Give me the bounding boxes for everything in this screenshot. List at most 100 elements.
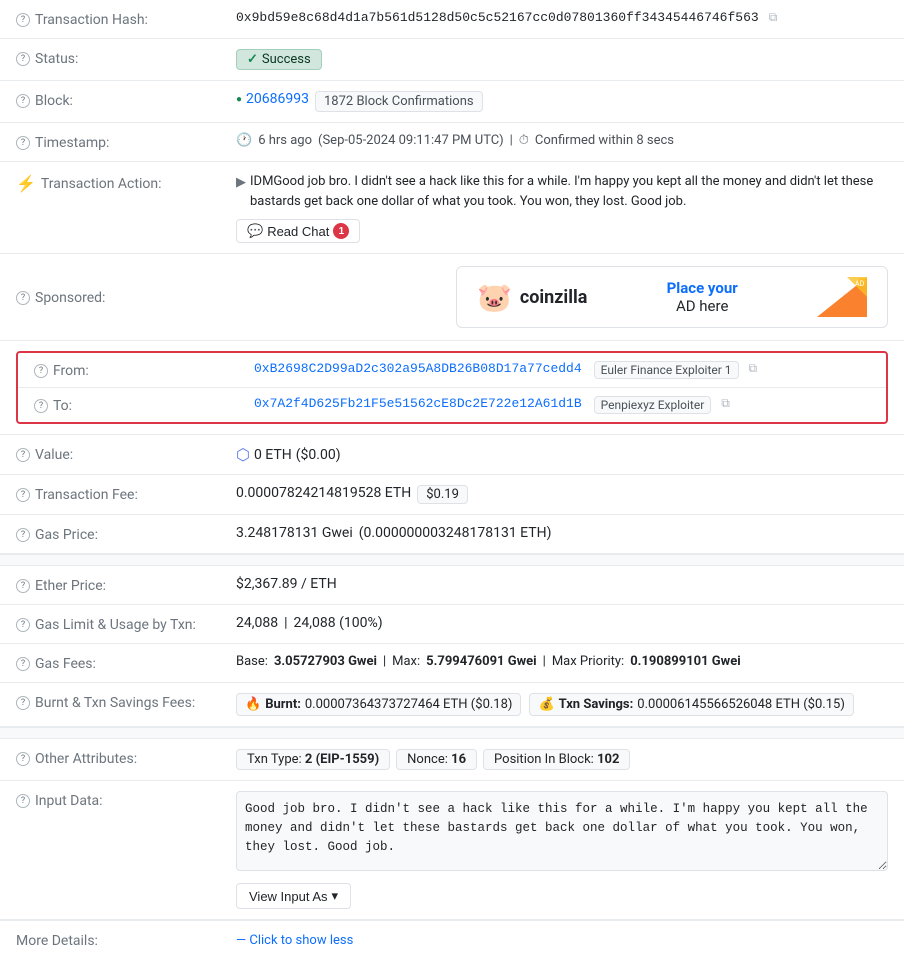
help-icon-from[interactable]: ? [34,364,48,378]
burnt-badge: 🔥 Burnt: 0.00007364373727464 ETH ($0.18) [236,693,521,716]
max-value: 5.799476091 Gwei [426,654,536,669]
action-text: ▶ IDMGood job bro. I didn't see a hack l… [236,172,888,211]
gas-price-value: 3.248178131 Gwei (0.000000003248178131 E… [236,525,888,541]
ad-logo: 🐷 coinzilla [477,281,587,314]
help-icon-gas-fees[interactable]: ? [16,657,30,671]
transaction-action-value: ▶ IDMGood job bro. I didn't see a hack l… [236,172,888,243]
help-icon-fee[interactable]: ? [16,488,30,502]
input-data-label: ? Input Data: [16,791,236,809]
transaction-fee-label: ? Transaction Fee: [16,485,236,503]
gas-limit-row: ? Gas Limit & Usage by Txn: 24,088 | 24,… [0,605,904,644]
help-icon-value[interactable]: ? [16,448,30,462]
lightning-icon: ⚡ [16,174,36,193]
value-row: ? Value: ⬡ 0 ETH ($0.00) [0,435,904,475]
help-icon-attributes[interactable]: ? [16,752,30,766]
to-row: ? To: 0x7A2f4D625Fb21F5e51562cE8Dc2E722e… [18,388,886,422]
transaction-action-label: ⚡ Transaction Action: [16,172,236,193]
copy-to-icon[interactable]: ⧉ [721,396,730,411]
from-to-section-wrapper: ? From: 0xB2698C2D99aD2c302a95A8DB26B08D… [0,341,904,435]
burnt-savings-value: 🔥 Burnt: 0.00007364373727464 ETH ($0.18)… [236,693,888,716]
help-icon-sponsored[interactable]: ? [16,291,30,305]
burnt-savings-row: ? Burnt & Txn Savings Fees: 🔥 Burnt: 0.0… [0,683,904,727]
block-row: ? Block: 20686993 1872 Block Confirmatio… [0,81,904,123]
gas-limit-label: ? Gas Limit & Usage by Txn: [16,615,236,633]
svg-text:AD: AD [855,280,865,288]
to-address-link[interactable]: 0x7A2f4D625Fb21F5e51562cE8Dc2E722e12A61d… [254,396,582,411]
timestamp-value: 🕐 6 hrs ago (Sep-05-2024 09:11:47 PM UTC… [236,133,888,148]
input-data-row: ? Input Data: View Input As ▾ [0,781,904,920]
gas-price-row: ? Gas Price: 3.248178131 Gwei (0.0000000… [0,515,904,554]
status-row: ? Status: Success [0,39,904,81]
block-number-link[interactable]: 20686993 [236,91,309,107]
from-label: ? From: [34,361,254,379]
from-value: 0xB2698C2D99aD2c302a95A8DB26B08D17a77ced… [254,361,870,379]
read-chat-button[interactable]: 💬 Read Chat 1 [236,219,360,243]
confirmed-icon: ⏱ [519,133,529,148]
to-value: 0x7A2f4D625Fb21F5e51562cE8Dc2E722e12A61d… [254,396,870,414]
base-label: Base: [236,654,268,669]
position-badge: Position In Block: 102 [483,749,630,770]
transaction-action-row: ⚡ Transaction Action: ▶ IDMGood job bro.… [0,162,904,254]
gas-limit-value: 24,088 | 24,088 (100%) [236,615,888,631]
to-tag-badge: Penpiexyz Exploiter [594,396,712,414]
from-to-section: ? From: 0xB2698C2D99aD2c302a95A8DB26B08D… [16,351,888,424]
show-less-link[interactable]: — Click to show less [236,933,353,948]
help-icon-timestamp[interactable]: ? [16,136,30,150]
eth-diamond-icon: ⬡ [236,445,250,464]
chat-badge: 1 [333,223,349,239]
max-priority-value: 0.190899101 Gwei [630,654,740,669]
ether-price-row: ? Ether Price: $2,367.89 / ETH [0,566,904,605]
other-attributes-row: ? Other Attributes: Txn Type: 2 (EIP-155… [0,739,904,781]
block-confirmations: 1872 Block Confirmations [315,91,483,112]
transaction-hash-row: ? Transaction Hash: 0x9bd59e8c68d4d1a7b5… [0,0,904,39]
other-attributes-value: Txn Type: 2 (EIP-1559) Nonce: 16 Positio… [236,749,888,770]
more-details-label: More Details: [16,931,236,949]
timestamp-label: ? Timestamp: [16,133,236,151]
copy-from-icon[interactable]: ⧉ [749,361,758,376]
help-icon-gas-limit[interactable]: ? [16,618,30,632]
help-icon-block[interactable]: ? [16,94,30,108]
timestamp-content: 🕐 6 hrs ago (Sep-05-2024 09:11:47 PM UTC… [236,133,674,148]
help-icon-status[interactable]: ? [16,52,30,66]
copy-hash-icon[interactable]: ⧉ [769,10,778,25]
help-icon-burnt[interactable]: ? [16,696,30,710]
chat-icon: 💬 [247,223,263,239]
txn-type-badge: Txn Type: 2 (EIP-1559) [236,749,390,770]
help-icon-ether-price[interactable]: ? [16,579,30,593]
transaction-hash-value: 0x9bd59e8c68d4d1a7b561d5128d50c5c52167cc… [236,10,888,25]
fee-usd-badge: $0.19 [417,485,468,504]
sponsored-row: ? Sponsored: 🐷 coinzilla Place your AD h… [0,254,904,341]
value-label: ? Value: [16,445,236,463]
help-icon-gas-price[interactable]: ? [16,528,30,542]
gas-fees-value: Base: 3.05727903 Gwei | Max: 5.799476091… [236,654,888,669]
help-icon-hash[interactable]: ? [16,13,30,27]
burnt-savings-content: 🔥 Burnt: 0.00007364373727464 ETH ($0.18)… [236,693,854,716]
gas-fees-row: ? Gas Fees: Base: 3.05727903 Gwei | Max:… [0,644,904,683]
input-data-textarea[interactable] [236,791,888,871]
ether-price-value: $2,367.89 / ETH [236,576,888,592]
coin-emoji: 🐷 [477,281,512,314]
savings-badge: 💰 Txn Savings: 0.00006145566526048 ETH (… [529,693,853,716]
block-label: ? Block: [16,91,236,109]
from-address-link[interactable]: 0xB2698C2D99aD2c302a95A8DB26B08D17a77ced… [254,361,582,376]
sponsored-ad[interactable]: 🐷 coinzilla Place your AD here AD [456,266,888,328]
help-icon-input[interactable]: ? [16,794,30,808]
status-badge: Success [236,49,322,70]
view-input-button[interactable]: View Input As ▾ [236,883,351,909]
fire-emoji: 🔥 [245,697,261,712]
ad-place-text: Place your AD here [667,279,738,315]
section-spacer-2 [0,727,904,739]
action-arrow: ▶ [236,173,246,193]
from-row: ? From: 0xB2698C2D99aD2c302a95A8DB26B08D… [18,353,886,388]
to-label: ? To: [34,396,254,414]
burnt-savings-label: ? Burnt & Txn Savings Fees: [16,693,236,711]
ad-graphic: AD [817,277,867,317]
ether-price-label: ? Ether Price: [16,576,236,594]
gas-fees-label: ? Gas Fees: [16,654,236,672]
help-icon-to[interactable]: ? [34,399,48,413]
transaction-fee-value: 0.00007824214819528 ETH $0.19 [236,485,888,504]
transaction-hash-label: ? Transaction Hash: [16,10,236,28]
more-details-value: — Click to show less [236,933,888,948]
clock-icon: 🕐 [236,133,252,148]
max-priority-label: Max Priority: [552,654,624,669]
